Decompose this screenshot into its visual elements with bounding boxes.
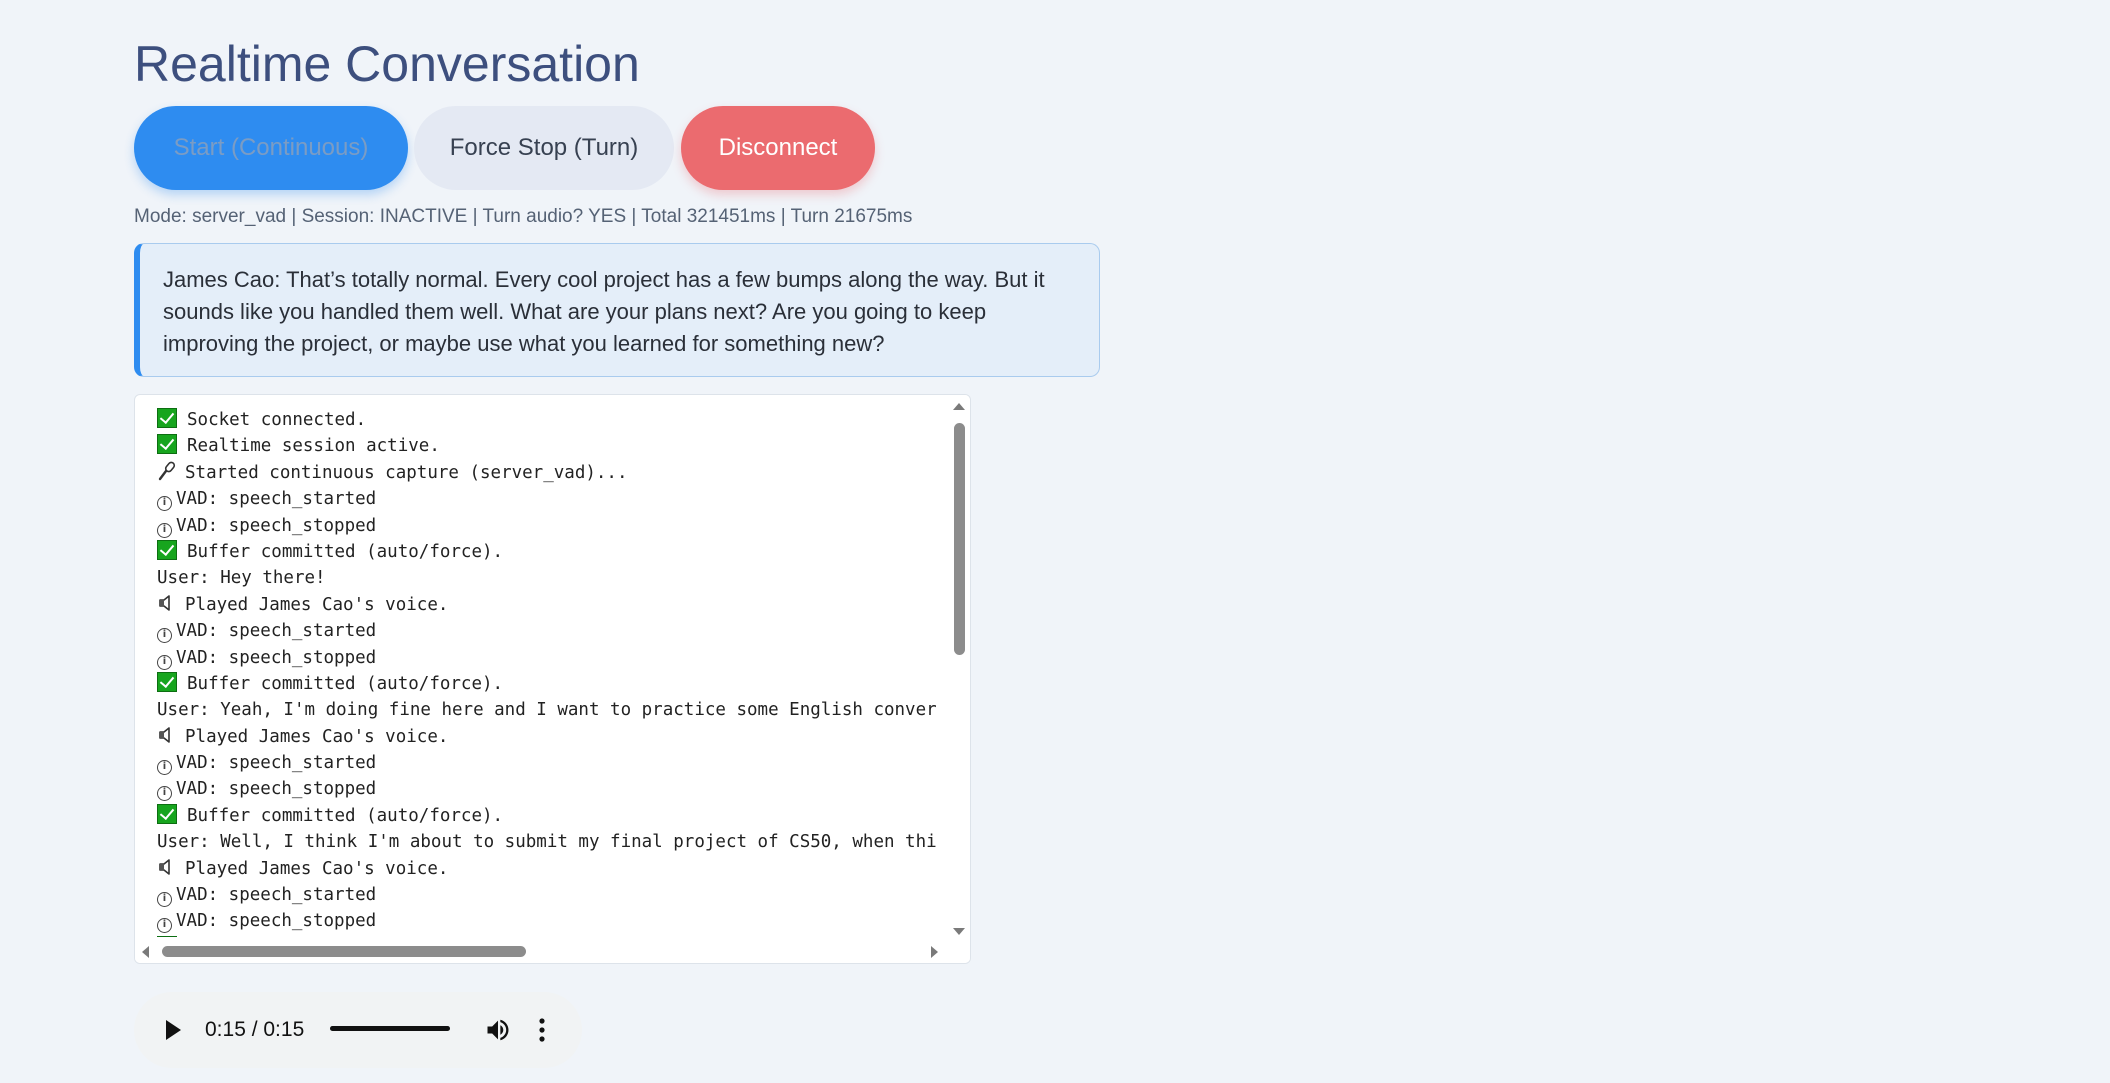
log-line: i VAD: speech_started <box>157 750 970 776</box>
info-icon: i <box>157 786 172 802</box>
log-line: Buffer committed (auto/force). <box>157 539 970 565</box>
log-line-text: User: Well, I think I'm about to submit … <box>157 832 937 853</box>
log-line: Buffer committed (auto/force). <box>157 671 970 697</box>
log-line <box>157 935 970 937</box>
event-log[interactable]: Socket connected. Realtime session active… <box>134 394 971 964</box>
checkmark-icon <box>157 434 177 455</box>
page: Realtime Conversation Start (Continuous)… <box>0 0 2110 1083</box>
speaker-icon <box>159 858 170 875</box>
log-line-text: User: Hey there! <box>157 568 326 589</box>
horizontal-scroll-thumb[interactable] <box>162 946 526 957</box>
log-line: i VAD: speech_started <box>157 618 970 644</box>
log-line: i VAD: speech_started <box>157 486 970 512</box>
log-lines: Socket connected. Realtime session active… <box>157 407 970 937</box>
log-line: Played James Cao's voice. <box>157 856 970 882</box>
audio-player: 0:15 / 0:15 <box>134 992 582 1068</box>
speaker-icon <box>159 726 170 743</box>
info-icon: i <box>157 628 172 644</box>
info-icon: i <box>157 760 172 776</box>
log-line: User: Well, I think I'm about to submit … <box>157 829 970 855</box>
log-line-text: Buffer committed (auto/force). <box>187 541 504 562</box>
checkmark-icon <box>157 935 177 937</box>
log-line: User: Yeah, I'm doing fine here and I wa… <box>157 697 970 723</box>
log-line: Played James Cao's voice. <box>157 724 970 750</box>
log-line: i VAD: speech_stopped <box>157 908 970 934</box>
checkmark-icon <box>157 671 177 692</box>
start-continuous-button[interactable]: Start (Continuous) <box>134 106 408 190</box>
checkmark-icon <box>157 803 177 824</box>
log-line-text: Played James Cao's voice. <box>185 858 449 879</box>
info-icon: i <box>157 654 172 670</box>
scroll-right-arrow-icon[interactable] <box>931 946 938 958</box>
log-line: Buffer committed (auto/force). <box>157 803 970 829</box>
playback-progress-fill <box>330 1026 450 1031</box>
microphone-icon <box>158 461 176 480</box>
playback-progress-slider[interactable] <box>330 1026 450 1031</box>
page-title: Realtime Conversation <box>134 36 640 92</box>
horizontal-scrollbar[interactable] <box>135 941 970 963</box>
log-line-text: Started continuous capture (server_vad).… <box>185 462 628 483</box>
disconnect-button[interactable]: Disconnect <box>681 106 875 190</box>
assistant-message-text: James Cao: That’s totally normal. Every … <box>163 267 1045 356</box>
log-line-text: VAD: speech_started <box>176 621 377 642</box>
log-line-text: Played James Cao's voice. <box>185 726 449 747</box>
log-line-text: VAD: speech_stopped <box>176 647 377 668</box>
volume-icon[interactable] <box>484 1016 512 1044</box>
log-line: i VAD: speech_stopped <box>157 513 970 539</box>
info-icon: i <box>157 892 172 908</box>
force-stop-button[interactable]: Force Stop (Turn) <box>414 106 674 190</box>
info-icon: i <box>157 522 172 538</box>
play-icon[interactable] <box>166 1020 181 1040</box>
scroll-down-arrow-icon[interactable] <box>953 928 965 935</box>
log-line: Realtime session active. <box>157 433 970 459</box>
log-line-text: Played James Cao's voice. <box>185 594 449 615</box>
log-line: User: Hey there! <box>157 565 970 591</box>
log-line: Started continuous capture (server_vad).… <box>157 460 970 486</box>
log-line-text: VAD: speech_started <box>176 753 377 774</box>
info-icon: i <box>157 918 172 934</box>
log-line: i VAD: speech_started <box>157 882 970 908</box>
checkmark-icon <box>157 539 177 560</box>
vertical-scroll-thumb[interactable] <box>954 423 965 655</box>
log-line: i VAD: speech_stopped <box>157 645 970 671</box>
log-line: Socket connected. <box>157 407 970 433</box>
log-line-text: VAD: speech_stopped <box>176 515 377 536</box>
speaker-icon <box>159 594 170 611</box>
log-line-text: Buffer committed (auto/force). <box>187 673 504 694</box>
checkmark-icon <box>157 408 177 428</box>
more-vertical-icon[interactable] <box>537 1016 547 1044</box>
vertical-scrollbar[interactable] <box>948 395 970 943</box>
log-line-text: User: Yeah, I'm doing fine here and I wa… <box>157 700 937 721</box>
status-line: Mode: server_vad | Session: INACTIVE | T… <box>134 206 913 227</box>
log-line-text: Realtime session active. <box>187 436 440 457</box>
log-line-text: Buffer committed (auto/force). <box>187 805 504 826</box>
log-line: Played James Cao's voice. <box>157 592 970 618</box>
log-line-text: VAD: speech_started <box>176 489 377 510</box>
playback-time: 0:15 / 0:15 <box>205 1018 305 1041</box>
log-line-text: Socket connected. <box>187 410 367 430</box>
log-line-text: VAD: speech_started <box>176 885 377 906</box>
log-line-text: VAD: speech_stopped <box>176 779 377 800</box>
scroll-left-arrow-icon[interactable] <box>142 946 149 958</box>
log-line-text: VAD: speech_stopped <box>176 911 377 932</box>
log-line: i VAD: speech_stopped <box>157 776 970 802</box>
info-icon: i <box>157 496 172 512</box>
scroll-up-arrow-icon[interactable] <box>953 403 965 410</box>
assistant-message-bubble: James Cao: That’s totally normal. Every … <box>134 243 1100 377</box>
